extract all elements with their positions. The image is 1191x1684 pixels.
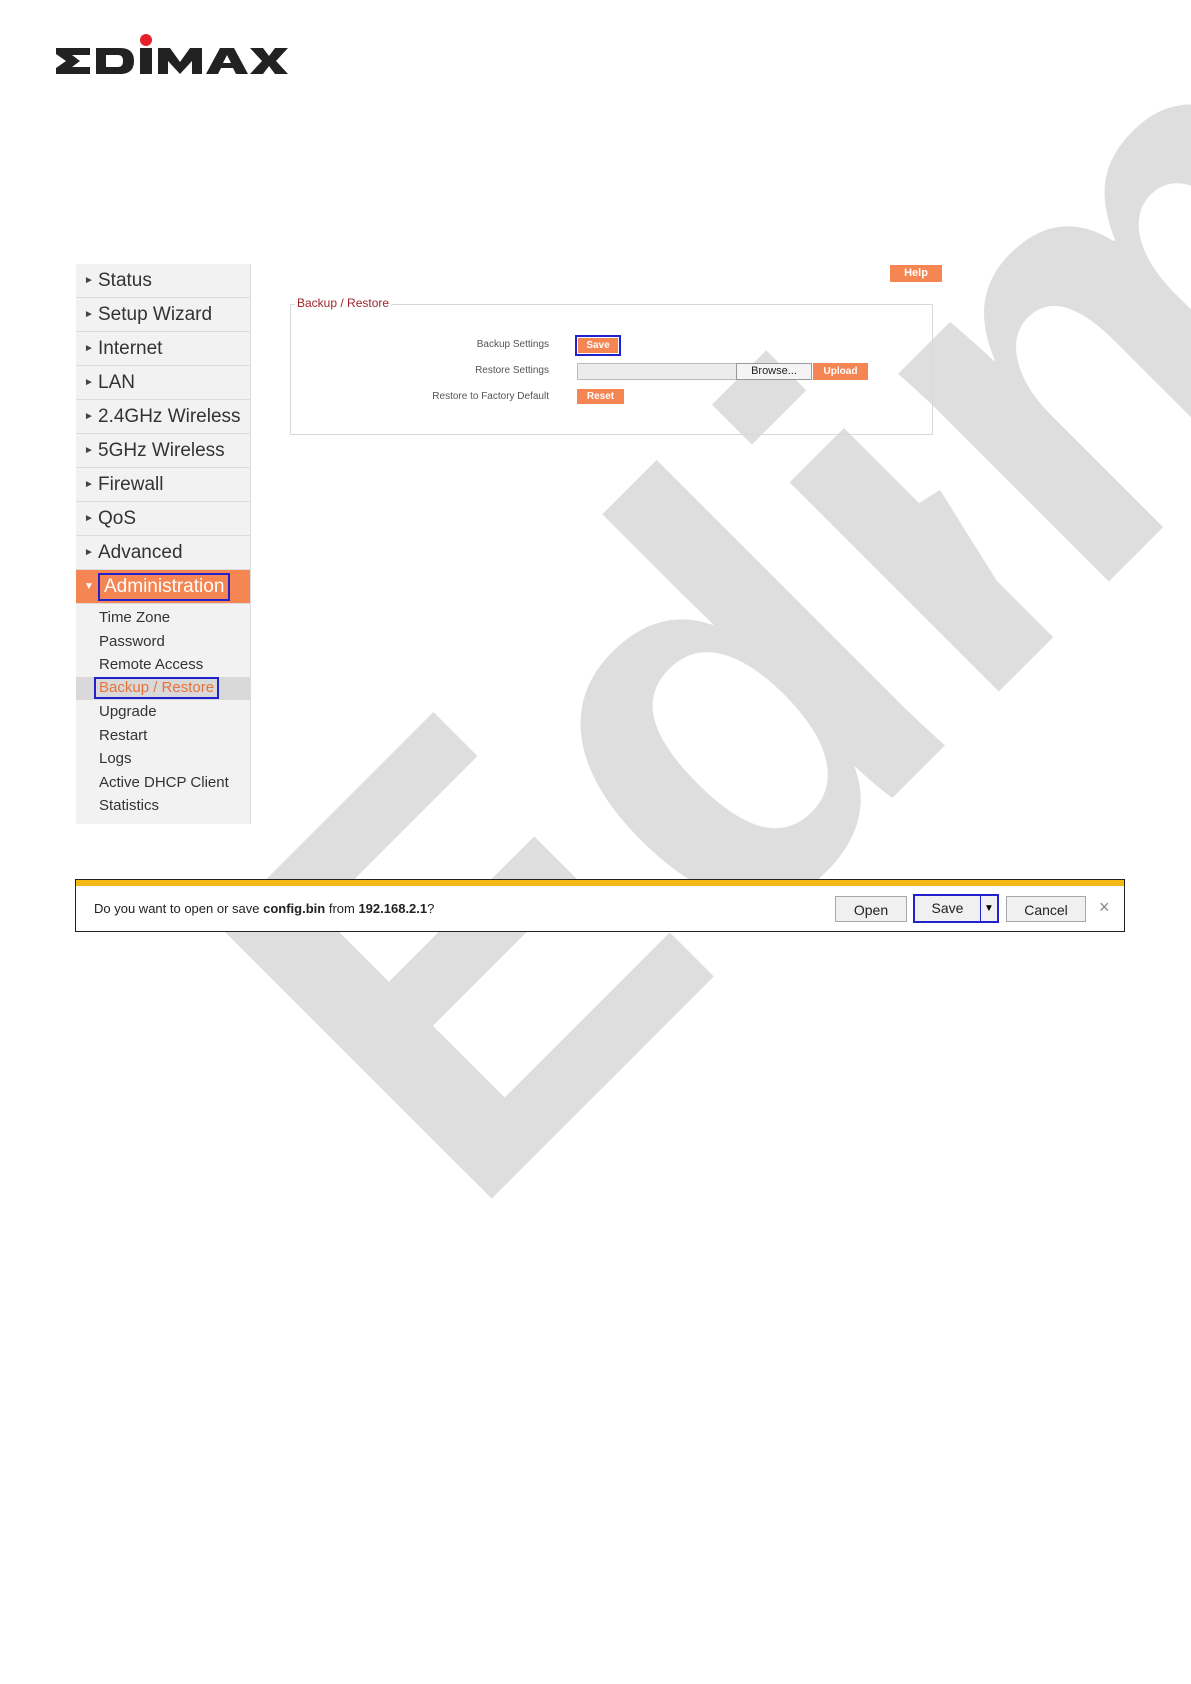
triangle-right-icon: ► [84, 309, 94, 320]
backup-settings-label: Backup Settings [476, 339, 549, 350]
sidebar-item-label: 5GHz Wireless [98, 439, 225, 461]
submenu-item-label: Upgrade [99, 703, 157, 721]
triangle-right-icon: ► [84, 343, 94, 354]
file-path-input[interactable] [577, 363, 737, 380]
sidebar-item-administration[interactable]: ▼ Administration [76, 570, 250, 604]
prompt-mid: from [325, 901, 359, 916]
help-button[interactable]: Help [890, 265, 942, 282]
submenu-item-label: Backup / Restore [94, 677, 220, 700]
submenu-item-remote-access[interactable]: Remote Access [76, 653, 250, 677]
sidebar-item-label: Firewall [98, 473, 164, 495]
triangle-right-icon: ► [84, 275, 94, 286]
sidebar-item-label: Status [98, 269, 152, 291]
sidebar-item-label: 2.4GHz Wireless [98, 405, 241, 427]
submenu-item-label: Time Zone [99, 609, 171, 627]
sidebar-item-qos[interactable]: ► QoS [76, 502, 250, 536]
factory-default-row: Restore to Factory Default Reset [291, 388, 932, 408]
download-prompt: Do you want to open or save config.bin f… [94, 901, 434, 916]
sidebar-item-internet[interactable]: ► Internet [76, 332, 250, 366]
sidebar-item-label: Setup Wizard [98, 303, 213, 325]
submenu-item-password[interactable]: Password [76, 630, 250, 654]
sidebar-item-lan[interactable]: ► LAN [76, 366, 250, 400]
submenu-item-restart[interactable]: Restart [76, 724, 250, 748]
reset-button[interactable]: Reset [577, 389, 624, 404]
download-filename: config.bin [263, 901, 326, 916]
sidebar-item-setup-wizard[interactable]: ► Setup Wizard [76, 298, 250, 332]
triangle-right-icon: ► [84, 411, 94, 422]
upload-button[interactable]: Upload [813, 363, 868, 380]
restore-settings-row: Restore Settings Browse... Upload [291, 362, 932, 382]
submenu-item-label: Restart [99, 726, 148, 744]
triangle-right-icon: ► [84, 479, 94, 490]
save-split-button[interactable]: Save ▼ [913, 894, 999, 923]
save-button[interactable]: Save [575, 335, 621, 356]
sidebar-item-5ghz-wireless[interactable]: ► 5GHz Wireless [76, 434, 250, 468]
panel-title: Backup / Restore [295, 296, 392, 310]
sidebar-item-label: Administration [98, 572, 231, 601]
sidebar-item-status[interactable]: ► Status [76, 264, 250, 298]
browse-button[interactable]: Browse... [736, 363, 812, 380]
sidebar-item-label: Advanced [98, 541, 183, 563]
submenu-item-label: Active DHCP Client [99, 773, 229, 791]
download-host: 192.168.2.1 [358, 901, 428, 916]
backup-restore-panel: Backup / Restore Backup Settings Save Re… [290, 296, 933, 435]
cancel-button[interactable]: Cancel [1006, 896, 1086, 922]
watermark: Edimax [0, 0, 1191, 1684]
submenu-item-statistics[interactable]: Statistics [76, 794, 250, 818]
prompt-end: ? [427, 901, 435, 916]
router-admin-screenshot: ► Status ► Setup Wizard ► Internet ► LAN… [76, 264, 946, 824]
triangle-right-icon: ► [84, 513, 94, 524]
submenu-item-logs[interactable]: Logs [76, 747, 250, 771]
chevron-down-icon[interactable]: ▼ [981, 896, 997, 921]
edimax-logo-mark [56, 34, 288, 74]
download-save-button[interactable]: Save [915, 896, 980, 921]
administration-submenu: Time Zone Password Remote Access Backup … [76, 604, 250, 818]
submenu-item-upgrade[interactable]: Upgrade [76, 700, 250, 724]
sidebar-item-advanced[interactable]: ► Advanced [76, 536, 250, 570]
submenu-item-time-zone[interactable]: Time Zone [76, 606, 250, 630]
submenu-item-label: Password [99, 632, 165, 650]
sidebar-item-firewall[interactable]: ► Firewall [76, 468, 250, 502]
download-notification-bar: Do you want to open or save config.bin f… [75, 879, 1125, 932]
triangle-right-icon: ► [84, 377, 94, 388]
close-icon[interactable]: × [1099, 897, 1110, 917]
submenu-item-active-dhcp-client[interactable]: Active DHCP Client [76, 771, 250, 795]
edimax-logo [56, 34, 296, 80]
sidebar-item-label: QoS [98, 507, 137, 529]
sidebar-item-label: Internet [98, 337, 163, 359]
notification-stripe [76, 880, 1124, 886]
open-button[interactable]: Open [835, 896, 907, 922]
triangle-down-icon: ▼ [84, 581, 94, 592]
restore-settings-label: Restore Settings [475, 365, 549, 376]
submenu-item-label: Logs [99, 750, 132, 768]
sidebar-item-24ghz-wireless[interactable]: ► 2.4GHz Wireless [76, 400, 250, 434]
triangle-right-icon: ► [84, 547, 94, 558]
factory-default-label: Restore to Factory Default [432, 391, 549, 402]
sidebar-nav: ► Status ► Setup Wizard ► Internet ► LAN… [76, 264, 251, 824]
triangle-right-icon: ► [84, 445, 94, 456]
submenu-item-backup-restore[interactable]: Backup / Restore [76, 676, 250, 700]
submenu-item-label: Statistics [99, 797, 160, 815]
submenu-item-label: Remote Access [99, 656, 204, 674]
backup-settings-row: Backup Settings Save [291, 335, 932, 356]
prompt-start: Do you want to open or save [94, 901, 264, 916]
sidebar-item-label: LAN [98, 371, 135, 393]
